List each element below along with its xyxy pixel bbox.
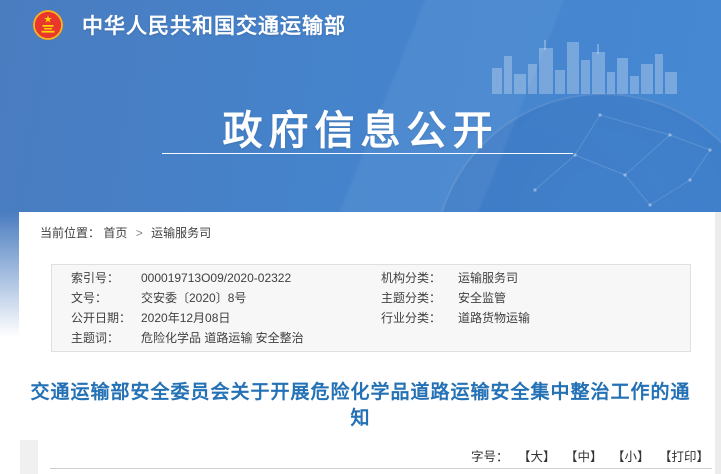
- meta-value-agency-category: 运输服务司: [458, 269, 690, 287]
- page-title: 政府信息公开: [0, 98, 721, 156]
- font-size-large-button[interactable]: 【大】: [518, 450, 556, 464]
- svg-text:★: ★: [44, 15, 53, 26]
- meta-label-doc-number: 文号：: [71, 289, 141, 307]
- breadcrumb-link-home[interactable]: 首页: [103, 226, 127, 240]
- header-banner: ★ 中华人民共和国交通运输部 政府信息公开: [0, 0, 721, 212]
- breadcrumb-separator: >: [136, 226, 143, 240]
- bottom-divider: [50, 468, 712, 469]
- table-row: 文号： 交安委〔2020〕8号 主题分类： 安全监管: [52, 289, 690, 307]
- right-edge-strip: [715, 212, 721, 474]
- document-meta-table: 索引号： 000019713O09/2020-02322 机构分类： 运输服务司…: [51, 264, 691, 352]
- meta-value-publish-date: 2020年12月08日: [141, 309, 381, 327]
- article-title: 交通运输部安全委员会关于开展危险化学品道路运输安全集中整治工作的通知: [28, 380, 693, 432]
- meta-value-index-number: 000019713O09/2020-02322: [141, 269, 381, 287]
- site-logo[interactable]: ★ 中华人民共和国交通运输部: [32, 9, 346, 41]
- meta-label-publish-date: 公开日期：: [71, 309, 141, 327]
- meta-label-index-number: 索引号：: [71, 269, 141, 287]
- meta-label-empty: [381, 329, 458, 347]
- meta-value-empty: [458, 329, 690, 347]
- font-size-small-button[interactable]: 【小】: [612, 450, 650, 464]
- table-row: 公开日期： 2020年12月08日 行业分类： 道路货物运输: [52, 309, 690, 327]
- meta-value-topic-category: 安全监管: [458, 289, 690, 307]
- meta-value-keywords: 危险化学品 道路运输 安全整治: [141, 329, 381, 347]
- breadcrumb: 当前位置： 首页 > 运输服务司: [40, 224, 211, 241]
- title-underline: [162, 153, 573, 154]
- left-fade-strip: [0, 212, 19, 337]
- breadcrumb-link-department[interactable]: 运输服务司: [151, 226, 211, 240]
- meta-value-doc-number: 交安委〔2020〕8号: [141, 289, 381, 307]
- print-button[interactable]: 【打印】: [659, 450, 709, 464]
- font-size-controls: 字号： 【大】 【中】 【小】 【打印】: [471, 446, 709, 465]
- page: ★ 中华人民共和国交通运输部 政府信息公开 当前位置： 首页 > 运输服务司 索…: [0, 0, 721, 474]
- national-emblem-icon: ★: [32, 9, 64, 41]
- font-size-medium-button[interactable]: 【中】: [565, 450, 603, 464]
- current-location-label: 当前位置：: [40, 226, 100, 240]
- bottom-left-block: [20, 440, 38, 474]
- city-skyline-icon: [492, 36, 682, 94]
- table-row: 索引号： 000019713O09/2020-02322 机构分类： 运输服务司: [52, 269, 690, 287]
- meta-label-topic-category: 主题分类：: [381, 289, 458, 307]
- meta-label-industry-category: 行业分类：: [381, 309, 458, 327]
- table-row: 主题词： 危险化学品 道路运输 安全整治: [52, 329, 690, 347]
- meta-value-industry-category: 道路货物运输: [458, 309, 690, 327]
- meta-label-agency-category: 机构分类：: [381, 269, 458, 287]
- meta-label-keywords: 主题词：: [71, 329, 141, 347]
- site-name: 中华人民共和国交通运输部: [82, 10, 346, 40]
- font-size-label: 字号：: [471, 450, 509, 464]
